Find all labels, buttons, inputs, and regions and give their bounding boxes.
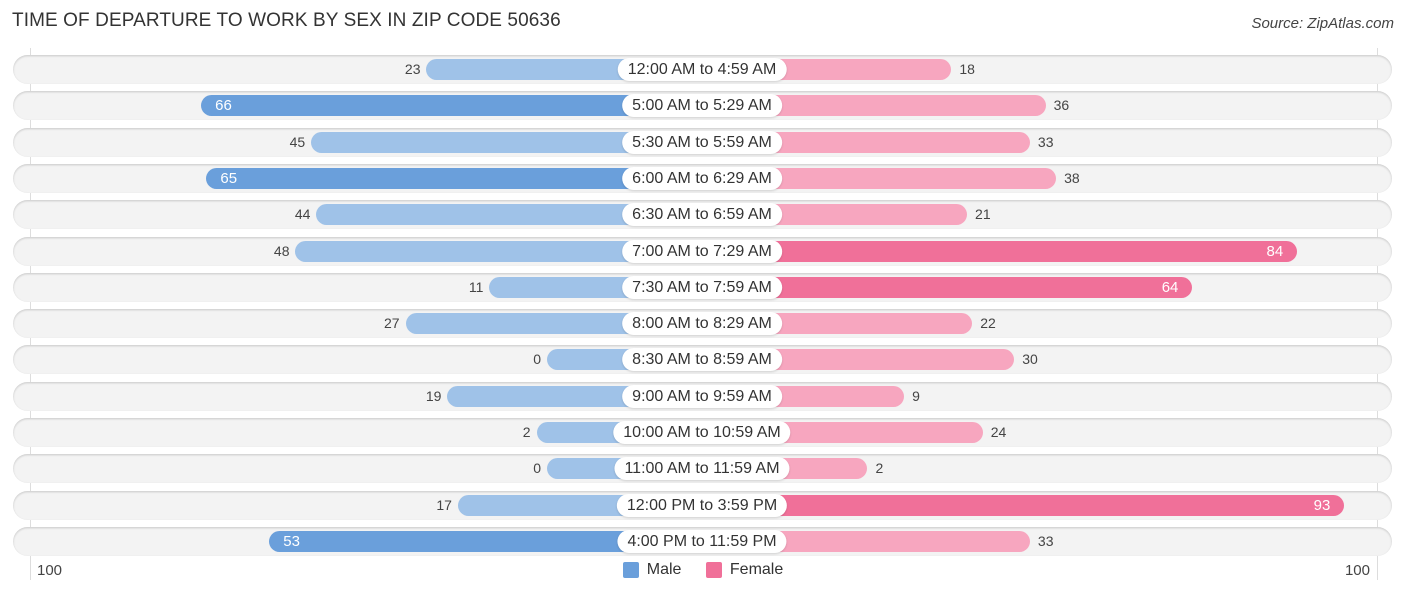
chart-title: TIME OF DEPARTURE TO WORK BY SEX IN ZIP … (12, 10, 561, 31)
data-label-female: 21 (975, 206, 991, 222)
data-label-male: 53 (283, 533, 300, 550)
data-label-female: 24 (990, 424, 1007, 440)
bar-female[interactable] (702, 495, 1345, 516)
legend-item-female[interactable]: Female (705, 561, 784, 579)
data-label-female: 33 (1037, 134, 1054, 150)
legend-label-female: Female (729, 561, 784, 578)
data-label-female: 64 (1161, 279, 1179, 296)
legend-swatch-male (622, 562, 639, 578)
legend: Male Female (0, 561, 1406, 583)
legend-swatch-female (705, 562, 722, 578)
category-label: 8:30 AM to 8:59 AM (622, 348, 782, 371)
category-label: 9:00 AM to 9:59 AM (622, 385, 782, 408)
data-label-male: 45 (289, 134, 306, 150)
data-label-female: 2 (875, 460, 884, 476)
category-label: 11:00 AM to 11:59 AM (614, 457, 790, 480)
data-label-female: 36 (1053, 97, 1070, 113)
category-label: 5:30 AM to 5:59 AM (622, 131, 782, 154)
category-label: 12:00 PM to 3:59 PM (616, 494, 788, 517)
data-label-female: 38 (1064, 170, 1080, 186)
data-label-male: 44 (294, 206, 311, 222)
source-label: Source: ZipAtlas.com (1251, 15, 1394, 32)
legend-label-male: Male (646, 561, 682, 578)
data-label-male: 0 (533, 460, 541, 476)
data-label-female: 84 (1266, 243, 1284, 260)
data-label-female: 30 (1022, 351, 1038, 367)
data-label-male: 0 (533, 351, 541, 367)
data-label-female: 22 (980, 315, 996, 331)
data-label-male: 11 (468, 279, 484, 295)
category-label: 8:00 AM to 8:29 AM (622, 312, 782, 335)
category-label: 4:00 PM to 11:59 PM (617, 530, 787, 553)
category-label: 6:00 AM to 6:29 AM (622, 167, 782, 190)
data-label-female: 18 (959, 61, 975, 77)
legend-item-male[interactable]: Male (622, 561, 682, 579)
category-label: 12:00 AM to 4:59 AM (617, 58, 787, 81)
data-label-male: 23 (404, 61, 421, 77)
category-label: 7:30 AM to 7:59 AM (622, 276, 782, 299)
category-label: 10:00 AM to 10:59 AM (613, 421, 791, 444)
data-label-female: 33 (1037, 533, 1054, 549)
data-label-female: 93 (1313, 497, 1331, 514)
category-label: 5:00 AM to 5:29 AM (622, 94, 782, 117)
data-label-male: 27 (383, 315, 400, 331)
data-label-male: 65 (220, 170, 238, 187)
data-label-male: 17 (436, 497, 452, 513)
data-label-female: 9 (912, 388, 920, 404)
data-label-male: 19 (425, 388, 442, 404)
bar-female[interactable] (702, 241, 1298, 262)
data-label-male: 66 (215, 97, 232, 114)
category-label: 6:30 AM to 6:59 AM (622, 203, 782, 226)
category-label: 7:00 AM to 7:29 AM (622, 240, 782, 263)
data-label-male: 2 (522, 424, 531, 440)
data-label-male: 48 (273, 243, 290, 259)
